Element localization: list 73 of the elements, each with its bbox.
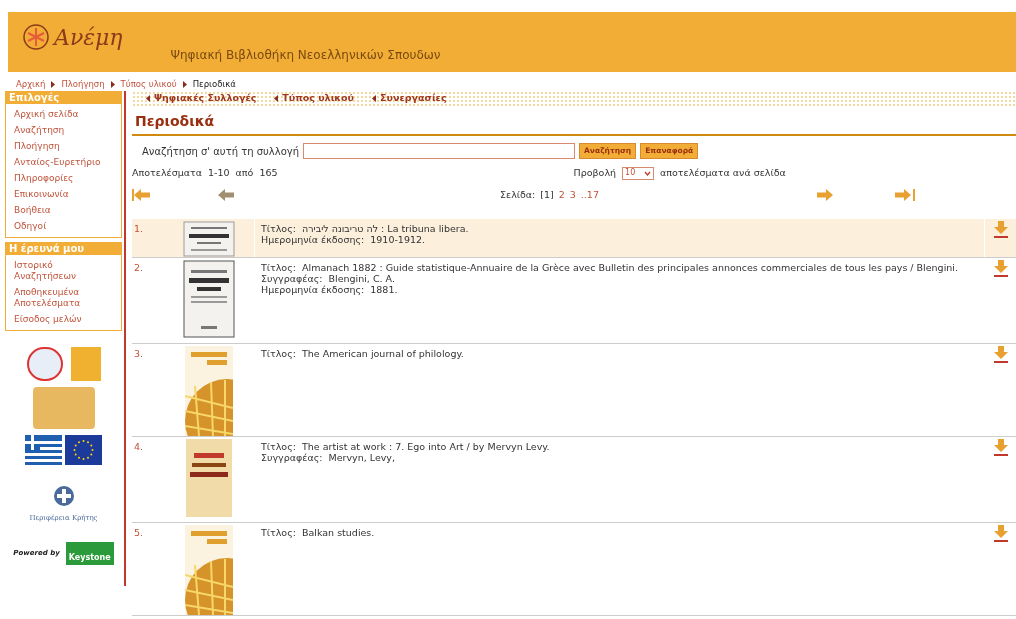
page-link[interactable]: [1] — [540, 188, 554, 203]
result-field: Ημερομηνία έκδοσης: 1881. — [261, 284, 984, 296]
sidebar-link[interactable]: Αποθηκευμένα Αποτελέσματα — [14, 287, 113, 309]
search-label: Αναζήτηση σ' αυτή τη συλλογή — [142, 144, 300, 159]
result-number: 2. — [133, 261, 145, 276]
sidebar-link[interactable]: Είσοδος μελών — [14, 314, 113, 325]
subnav-link[interactable]: Ψηφιακές Συλλογές — [146, 91, 257, 106]
sidebar-link[interactable]: Ιστορικό Αναζητήσεων — [14, 260, 113, 282]
sidebar-link[interactable]: Βοήθεια — [14, 205, 113, 216]
pager-label: Σελίδα: — [500, 188, 536, 203]
sidebar-link[interactable]: Πληροφορίες — [14, 173, 113, 184]
per-page-suffix: αποτελέσματα ανά σελίδα — [660, 166, 786, 180]
result-field: Τίτλος: The artist at work : 7. Ego into Art / by Mervyn Levy. — [261, 441, 984, 453]
page-link[interactable]: 2 — [558, 188, 565, 203]
sidebar-link[interactable]: Επικοινωνία — [14, 189, 113, 200]
download-icon[interactable] — [993, 525, 1008, 544]
breadcrumb-link[interactable]: Τύπος υλικού — [120, 77, 177, 91]
keystone-logo[interactable]: Keystone — [65, 541, 114, 565]
star-logo-icon[interactable] — [22, 23, 50, 51]
globe-thumbnail[interactable] — [185, 525, 233, 616]
sidebar-link[interactable]: Πλοήγηση — [14, 141, 113, 152]
triangle-icon — [274, 95, 279, 102]
result-field: Συγγραφέας: Blengini, C. A. — [261, 273, 984, 285]
result-number: 5. — [133, 526, 145, 541]
result-field: Τίτλος: The American journal of philology. — [261, 348, 984, 360]
breadcrumb-link[interactable]: Πλοήγηση — [61, 77, 105, 91]
cover-scan-thumbnail[interactable] — [183, 221, 235, 258]
cover-scan-thumbnail[interactable] — [183, 260, 235, 339]
triangle-icon — [110, 80, 115, 88]
breadcrumb-link[interactable]: Περιοδικά — [192, 77, 236, 91]
page-link[interactable]: ..17 — [580, 188, 599, 203]
page-link[interactable]: 3 — [569, 188, 576, 203]
logo-text[interactable]: Ανέμη — [54, 20, 123, 54]
last-page-icon[interactable] — [894, 188, 915, 203]
triangle-icon — [146, 95, 150, 102]
sidebar-link[interactable]: Ανταίος-Ευρετήριο — [14, 157, 113, 168]
per-page-select[interactable]: 10 — [622, 166, 655, 180]
sidebar-link[interactable]: Αναζήτηση — [14, 125, 113, 136]
globe-thumbnail[interactable] — [185, 346, 233, 437]
result-number: 1. — [133, 222, 145, 237]
triangle-icon — [372, 95, 377, 102]
result-field: Τίτλος: Almanach 1882 : Guide statistique-Annuaire de la Grèce avec Bulletin des principales annonces commerciales de tous les pays / Blengini. — [261, 262, 984, 274]
eu-flag-icon — [65, 435, 102, 465]
breadcrumb-link[interactable]: Αρχική — [16, 77, 46, 91]
download-icon[interactable] — [993, 346, 1008, 365]
sidebar-link[interactable]: Αρχική σελίδα — [14, 109, 113, 120]
greek-flag-icon — [25, 435, 62, 465]
sidebar-heading: Επιλογές — [6, 91, 121, 104]
previous-page-icon[interactable] — [216, 188, 236, 203]
download-icon[interactable] — [993, 439, 1008, 458]
subnav-link[interactable]: Τύπος υλικού — [274, 91, 355, 106]
result-number: 4. — [133, 440, 145, 455]
emblem-icon — [52, 485, 75, 507]
site-subtitle: Ψηφιακή Βιβλιοθήκη Νεοελληνικών Σπουδων — [170, 47, 441, 64]
download-icon[interactable] — [993, 221, 1008, 240]
no-thumbnail-placeholder[interactable] — [186, 439, 232, 518]
result-field: Ημερομηνία έκδοσης: 1910-1912. — [261, 234, 984, 246]
results-summary: Αποτελέσματα 1-10 από 165 — [132, 166, 278, 180]
page-title: Περιοδικά — [134, 112, 216, 131]
per-page-label: Προβολή — [573, 166, 617, 180]
result-field: Συγγραφέας: Mervyn, Levy, — [261, 452, 984, 464]
result-field: Τίτλος: לה טריבונה ליבירה : La tribuna libera. — [261, 223, 984, 235]
sidebar-link[interactable]: Οδηγοί — [14, 221, 113, 232]
chevron-down-icon — [644, 170, 652, 176]
result-field: Τίτλος: Balkan studies. — [261, 527, 984, 539]
search-field[interactable] — [303, 143, 576, 159]
result-number: 3. — [133, 347, 145, 362]
sidebar-heading: Η έρευνά μου — [6, 242, 121, 255]
subnav-link[interactable]: Συνεργασίες — [372, 91, 447, 106]
triangle-icon — [182, 80, 187, 88]
first-page-icon[interactable] — [132, 188, 152, 203]
triangle-icon — [51, 80, 56, 88]
download-icon[interactable] — [993, 260, 1008, 279]
